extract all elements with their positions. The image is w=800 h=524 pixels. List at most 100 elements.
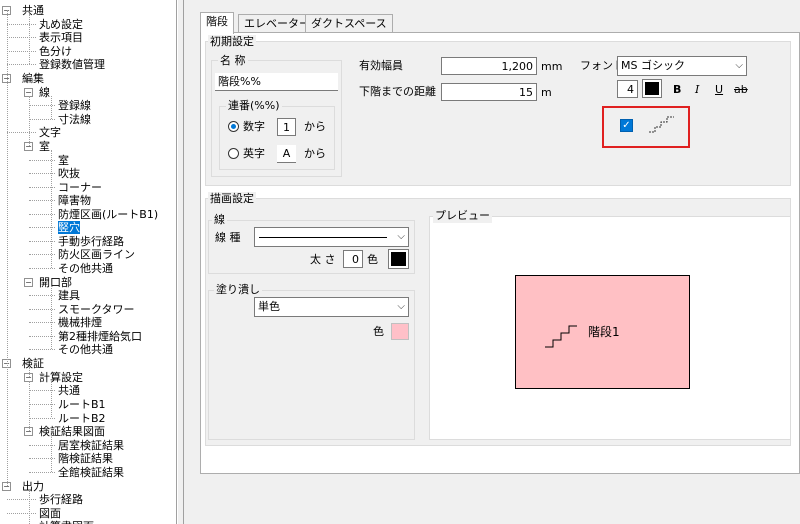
tree-guide-line [29,95,30,146]
fill-type-value: 単色 [258,300,280,313]
initial-settings-title: 初期設定 [208,35,256,48]
chevron-down-icon: ⌵ [735,60,743,71]
tree-expand-toggle[interactable]: − [24,277,33,287]
drawing-settings-title: 描画設定 [208,192,256,205]
font-color-swatch[interactable] [642,79,662,98]
settings-tree: − 共通 丸め設定 表示項目 色分け 登録数値管理 − 編集 − 線登録線 寸法線 文字 − 室室吹抜 コー… [0,0,177,524]
tree-item[interactable]: 防火区画ライン [58,248,135,261]
tree-item[interactable]: その他共通 [58,343,113,356]
tree-item[interactable]: 計算設定 [39,371,83,384]
tree-item[interactable]: 居室検証結果 [58,439,124,452]
distance-to-lower-floor-label: 下階までの距離 [359,85,436,98]
tree-item[interactable]: 室 [58,154,69,167]
tree-item[interactable]: 竪穴 [58,221,80,235]
tree-item[interactable]: 登録線 [58,99,91,112]
serial-alpha-label: 英字 [243,147,265,160]
line-type-select[interactable]: ⌵ [254,227,409,247]
tree-item[interactable]: 表示項目 [39,31,83,44]
bold-button[interactable]: B [673,83,681,97]
line-color-swatch[interactable] [388,249,409,269]
tree-item[interactable]: 計算書図面 [39,520,94,524]
serial-alpha-radio[interactable] [228,148,239,159]
chevron-down-icon: ⌵ [397,231,405,242]
tree-item[interactable]: 編集 [22,72,44,85]
fill-color-label: 色 [373,325,384,338]
font-select[interactable]: MS ゴシック ⌵ [617,56,747,76]
fill-color-swatch[interactable] [391,323,409,340]
serial-numeric-suffix: から [304,120,326,133]
tree-item[interactable]: 出力 [22,480,44,493]
chevron-down-icon: ⌵ [397,301,405,312]
preview-room-label: 階段1 [588,325,620,339]
effective-width-input[interactable]: 1,200 [441,57,537,75]
tree-item[interactable]: 歩行経路 [39,493,83,506]
serial-numeric-start-input[interactable]: 1 [277,118,296,136]
show-stair-symbol-checkbox[interactable]: ✓ [620,119,633,132]
tree-item[interactable]: 検証 [22,357,44,370]
effective-width-label: 有効幅員 [359,59,403,72]
tree-item[interactable]: ルートB1 [58,398,106,411]
tree-connector [29,417,55,419]
tree-connector [29,267,55,269]
tree-item[interactable]: その他共通 [58,262,113,275]
distance-unit: m [541,86,552,99]
tree-item[interactable]: 建具 [58,289,80,302]
thickness-input[interactable]: 0 [343,250,363,268]
tree-item[interactable]: コーナー [58,181,102,194]
distance-to-lower-floor-input[interactable]: 15 [441,83,537,101]
stair-symbol-icon [649,116,674,133]
tab-stairs[interactable]: 階段 [200,12,234,34]
tree-item[interactable]: 図面 [39,507,61,520]
tree-item[interactable]: 共通 [58,384,80,397]
tree-item[interactable]: 登録数値管理 [39,58,105,71]
fill-type-select[interactable]: 単色 ⌵ [254,297,409,317]
italic-button[interactable]: I [695,83,699,97]
tree-item[interactable]: 室 [39,140,50,153]
pane-splitter[interactable] [177,0,184,524]
underline-button[interactable]: U [715,83,723,97]
tree-guide-line [29,380,30,432]
font-size-input[interactable]: 4 [617,80,638,98]
tree-item[interactable]: 共通 [22,4,44,17]
strikethrough-button[interactable]: ab [734,83,748,97]
tree-guide-line [29,489,30,524]
tree-item[interactable]: 全館検証結果 [58,466,124,479]
tree-item[interactable]: ルートB2 [58,412,106,425]
preview-title: プレビュー [433,209,492,223]
tree-item[interactable]: 検証結果図面 [39,425,105,438]
tree-item[interactable]: スモークタワー [58,303,135,316]
tree-connector [7,64,36,66]
tree-connector [7,50,36,52]
name-label: 名 称 [218,54,248,68]
tree-item[interactable]: 第2種排煙給気口 [58,330,142,343]
tree-item[interactable]: 文字 [39,126,61,139]
tab-duct-space-label: ダクトスペース [311,17,387,30]
tree-connector [29,471,55,473]
tree-item[interactable]: 寸法線 [58,113,91,126]
serial-title: 連番(%%) [226,99,282,113]
tree-item[interactable]: 開口部 [39,276,72,289]
tree-connector [7,512,36,514]
tree-item[interactable]: 障害物 [58,194,91,207]
name-input[interactable]: 階段%% [215,73,338,91]
serial-alpha-start-input[interactable]: A [277,145,296,163]
tree-item[interactable]: 階検証結果 [58,452,113,465]
tree-item[interactable]: 線 [39,86,50,99]
serial-numeric-radio[interactable] [228,121,239,132]
line-type-sample [259,237,387,238]
tab-elevator-label: エレベーター [244,17,310,30]
tree-item[interactable]: 色分け [39,45,72,58]
tree-item[interactable]: 手動歩行経路 [58,235,124,248]
tree-item[interactable]: 機械排煙 [58,316,102,329]
tree-item[interactable]: 吹抜 [58,167,80,180]
tree-guide-line [51,150,52,268]
tab-duct-space[interactable]: ダクトスペース [305,14,393,33]
tree-guide-line [51,285,52,350]
serial-alpha-suffix: から [304,147,326,160]
tree-connector [7,132,36,134]
tree-item[interactable]: 防煙区画(ルートB1) [58,208,158,221]
font-select-value: MS ゴシック [621,59,685,72]
tree-connector [7,37,36,39]
tree-guide-line [7,10,8,486]
tree-item[interactable]: 丸め設定 [39,18,83,31]
